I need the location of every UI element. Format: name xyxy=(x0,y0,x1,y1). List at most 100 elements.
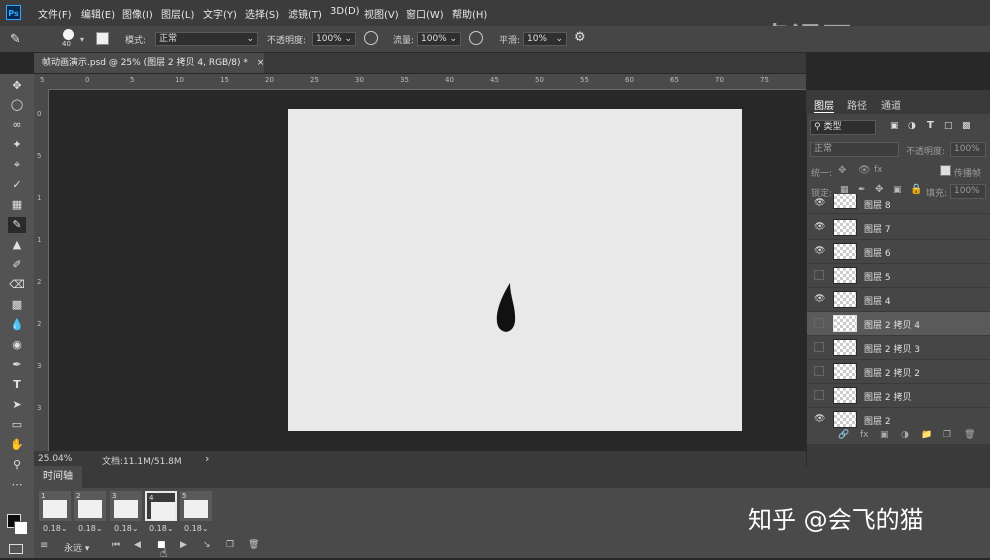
menu-select[interactable]: 选择(S) xyxy=(245,6,279,21)
type-tool-icon[interactable]: T xyxy=(8,377,26,393)
rectangle-tool-icon[interactable]: ▭ xyxy=(8,417,26,433)
unify-position-icon[interactable]: ✥ xyxy=(838,165,846,176)
layer-row[interactable]: 图层 2 拷贝 3 xyxy=(807,336,990,360)
move-tool-icon[interactable]: ✥ xyxy=(8,78,26,94)
filter-smart-object-icon[interactable]: ▩ xyxy=(962,121,971,131)
delete-frame-icon[interactable]: 🗑 xyxy=(248,540,259,550)
gear-icon[interactable]: ⚙ xyxy=(574,31,588,45)
visibility-toggle[interactable] xyxy=(814,366,824,376)
close-icon[interactable]: × xyxy=(257,58,265,68)
duplicate-frame-icon[interactable]: ❐ xyxy=(226,540,234,550)
eye-icon[interactable]: 👁 xyxy=(814,246,825,256)
airbrush-icon[interactable] xyxy=(469,31,483,45)
menu-edit[interactable]: 编辑(E) xyxy=(81,6,115,21)
layer-row[interactable]: 👁 图层 7 xyxy=(807,216,990,240)
frame-duration[interactable]: 0.18⌄ xyxy=(114,524,139,533)
adjustment-layer-icon[interactable]: ◑ xyxy=(901,430,909,440)
path-selection-tool-icon[interactable]: ➤ xyxy=(8,397,26,413)
filter-pixel-icon[interactable]: ▣ xyxy=(890,121,899,131)
timeline-frame[interactable]: 5 xyxy=(180,491,212,521)
filter-shape-icon[interactable]: □ xyxy=(944,121,953,131)
layer-row[interactable]: 👁 图层 6 xyxy=(807,240,990,264)
group-folder-icon[interactable]: 📁 xyxy=(921,430,932,440)
menu-view[interactable]: 视图(V) xyxy=(364,6,399,21)
eye-icon[interactable]: 👁 xyxy=(814,222,825,232)
mode-select[interactable]: 正常 ⌄ xyxy=(155,32,258,46)
hand-tool-icon[interactable]: ✋ xyxy=(8,437,26,453)
blend-mode-select[interactable]: 正常 xyxy=(810,142,899,157)
zoom-level[interactable]: 25.04% xyxy=(38,454,72,464)
history-brush-tool-icon[interactable]: ✐ xyxy=(8,257,26,273)
marquee-tool-icon[interactable]: ◯ xyxy=(8,97,26,113)
tab-paths[interactable]: 路径 xyxy=(847,97,867,112)
menu-layer[interactable]: 图层(L) xyxy=(161,6,194,21)
layer-row[interactable]: 👁 图层 4 xyxy=(807,288,990,312)
zoom-tool-icon[interactable]: ⚲ xyxy=(8,457,26,473)
eye-icon[interactable]: 👁 xyxy=(814,198,825,208)
menu-3d[interactable]: 3D(D) xyxy=(330,6,360,17)
eyedropper-tool-icon[interactable]: ✓ xyxy=(8,177,26,193)
timeline-frame[interactable]: 2 xyxy=(74,491,106,521)
unify-style-icon[interactable]: fx xyxy=(874,165,883,175)
layer-style-icon[interactable]: fx xyxy=(860,430,869,440)
brush-tool-icon[interactable]: ✎ xyxy=(10,33,26,47)
timeline-frame[interactable]: 3 xyxy=(110,491,142,521)
layer-mask-icon[interactable]: ▣ xyxy=(880,430,889,440)
timeline-frame-selected[interactable]: 4 xyxy=(145,491,177,521)
propagate-frame-checkbox[interactable] xyxy=(940,165,951,176)
dodge-tool-icon[interactable]: ◉ xyxy=(8,337,26,353)
next-frame-icon[interactable]: ▶ xyxy=(180,540,187,550)
menu-filter[interactable]: 滤镜(T) xyxy=(288,6,322,21)
stamp-tool-icon[interactable]: ▲ xyxy=(8,237,26,253)
tab-channels[interactable]: 通道 xyxy=(881,97,901,112)
timeline-frame[interactable]: 1 xyxy=(39,491,71,521)
chevron-down-icon[interactable]: ▾ xyxy=(80,35,84,44)
magic-wand-tool-icon[interactable]: ✦ xyxy=(8,137,26,153)
first-frame-icon[interactable]: ⏮ xyxy=(112,540,120,550)
link-layers-icon[interactable]: 🔗 xyxy=(838,430,849,440)
eye-icon[interactable]: 👁 xyxy=(814,414,825,424)
background-color-swatch[interactable] xyxy=(14,521,28,535)
pen-tool-icon[interactable]: ✒ xyxy=(8,357,26,373)
more-tools-icon[interactable]: ⋯ xyxy=(8,477,26,493)
flow-field[interactable]: 100% ⌄ xyxy=(417,32,461,46)
new-layer-icon[interactable]: ❐ xyxy=(943,430,951,440)
lasso-tool-icon[interactable]: ∞ xyxy=(8,117,26,133)
brush-settings-icon[interactable] xyxy=(96,32,109,45)
delete-layer-icon[interactable]: 🗑 xyxy=(964,430,975,440)
tween-icon[interactable]: ↘ xyxy=(203,540,211,550)
filter-type-icon[interactable]: T xyxy=(927,120,934,131)
frame-duration[interactable]: 0.18⌄ xyxy=(184,524,209,533)
brush-preview-icon[interactable] xyxy=(63,29,74,40)
layer-row[interactable]: 图层 5 xyxy=(807,264,990,288)
timeline-tab[interactable]: 时间轴 xyxy=(34,466,82,488)
layer-filter-select[interactable]: ⚲ 类型 xyxy=(810,120,876,135)
visibility-toggle[interactable] xyxy=(814,270,824,280)
layer-row[interactable]: 图层 2 拷贝 xyxy=(807,384,990,408)
quick-mask-icon[interactable] xyxy=(9,544,23,554)
eraser-tool-icon[interactable]: ⌫ xyxy=(8,277,26,293)
visibility-toggle[interactable] xyxy=(814,318,824,328)
convert-to-video-timeline-icon[interactable]: ≡ xyxy=(40,540,48,551)
smooth-field[interactable]: 10% ⌄ xyxy=(523,32,567,46)
menu-file[interactable]: 文件(F) xyxy=(38,6,72,21)
chevron-right-icon[interactable]: › xyxy=(205,452,209,465)
blur-tool-icon[interactable]: 💧 xyxy=(8,317,26,333)
visibility-toggle[interactable] xyxy=(814,342,824,352)
healing-brush-tool-icon[interactable]: ▦ xyxy=(8,197,26,213)
previous-frame-icon[interactable]: ◀ xyxy=(134,540,141,550)
loop-select[interactable]: 永远 ▾ xyxy=(64,541,89,554)
document-tab[interactable]: 帧动画演示.psd @ 25% (图层 2 拷贝 4, RGB/8) * × xyxy=(34,53,264,73)
tab-layers[interactable]: 图层 xyxy=(814,97,834,113)
pressure-opacity-icon[interactable] xyxy=(364,31,378,45)
menu-help[interactable]: 帮助(H) xyxy=(452,6,487,21)
frame-duration[interactable]: 0.18⌄ xyxy=(78,524,103,533)
opacity-field[interactable]: 100% ⌄ xyxy=(312,32,356,46)
layer-row[interactable]: 👁 图层 8 xyxy=(807,194,990,214)
visibility-toggle[interactable] xyxy=(814,390,824,400)
menu-type[interactable]: 文字(Y) xyxy=(203,6,237,21)
eye-icon[interactable]: 👁 xyxy=(814,294,825,304)
menu-image[interactable]: 图像(I) xyxy=(122,6,153,21)
brush-tool-icon[interactable]: ✎ xyxy=(8,217,26,233)
layer-row-selected[interactable]: 图层 2 拷贝 4 xyxy=(807,312,990,336)
